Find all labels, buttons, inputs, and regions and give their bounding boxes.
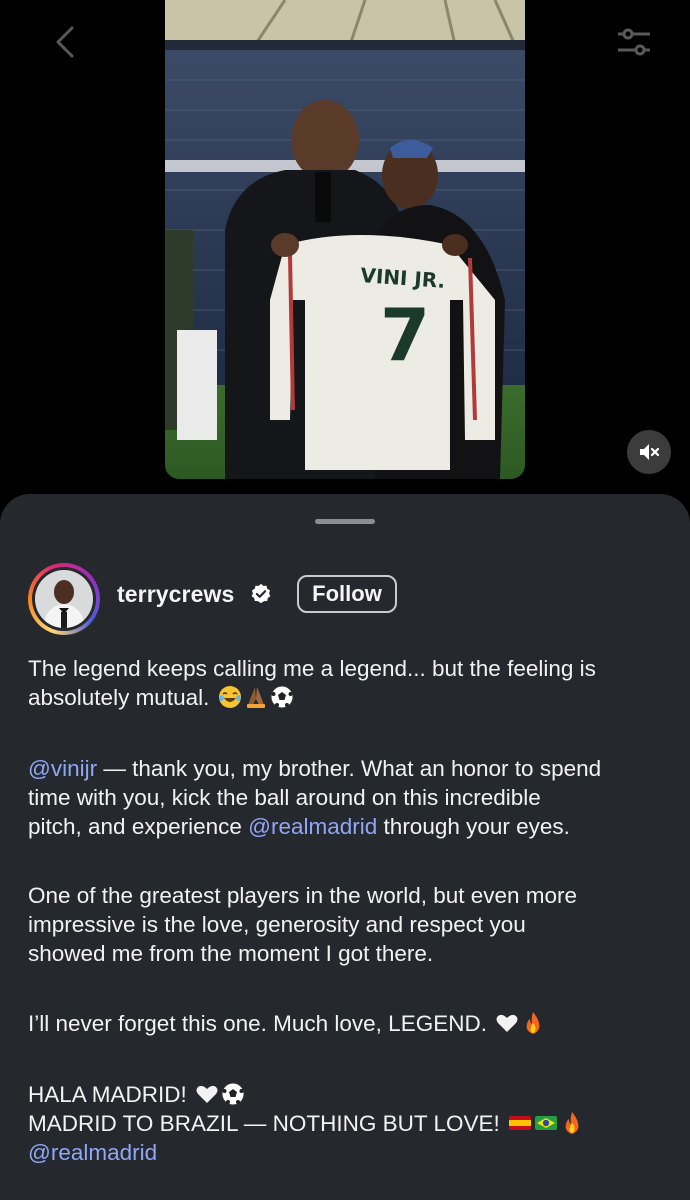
caption-paragraph-3: One of the greatest players in the world… <box>28 881 668 968</box>
sheet-drag-handle[interactable] <box>315 519 375 524</box>
caption-text: I’ll never forget this one. Much love, L… <box>28 1011 487 1036</box>
avatar <box>35 570 93 628</box>
verified-badge-icon <box>251 583 271 604</box>
mention-link-realmadrid[interactable]: @realmadrid <box>248 814 377 839</box>
post-media-photo[interactable]: VINI JR. 7 <box>165 0 525 479</box>
caption-line: MADRID TO BRAZIL — NOTHING BUT LOVE! <box>28 1109 668 1138</box>
caption-text: One of the greatest players in the world… <box>28 883 578 908</box>
caption-text: time with you, kick the ball around on t… <box>28 785 541 810</box>
caption-paragraph-5: HALA MADRID! MADRID TO BRAZIL — NOTHING … <box>28 1080 668 1167</box>
caption-text: showed me from the moment I got there. <box>28 941 434 966</box>
caption-line: @vinijr — thank you, my brother. What an… <box>28 754 668 783</box>
soccer-ball-emoji-icon <box>270 685 294 709</box>
caption-line: pitch, and experience @realmadrid throug… <box>28 812 668 841</box>
follow-button[interactable]: Follow <box>297 575 397 613</box>
caption-text: absolutely mutual. <box>28 685 210 710</box>
fire-emoji-icon <box>526 1012 540 1034</box>
username[interactable]: terrycrews <box>117 581 234 608</box>
white-heart-emoji-icon <box>496 1014 518 1032</box>
fire-emoji-icon <box>565 1112 579 1134</box>
sliders-icon[interactable] <box>614 22 654 62</box>
profile-photo-icon <box>35 570 93 628</box>
soccer-ball-emoji-icon <box>221 1082 245 1106</box>
caption-text: pitch, and experience <box>28 814 249 839</box>
jersey-number-text: 7 <box>380 293 430 377</box>
caption-text: — thank you, my brother. What an honor t… <box>97 756 602 781</box>
story-ring-avatar[interactable] <box>28 563 100 635</box>
speaker-muted-icon <box>640 444 660 460</box>
caption-line: @realmadrid <box>28 1138 668 1167</box>
tears-of-joy-emoji-icon <box>218 686 241 708</box>
folded-hands-emoji-icon <box>246 687 265 708</box>
brazil-flag-emoji-icon <box>535 1116 558 1130</box>
caption-text: through your eyes. <box>377 814 570 839</box>
white-heart-emoji-icon <box>196 1085 218 1103</box>
caption-line: absolutely mutual. <box>28 683 668 712</box>
caption-paragraph-2: @vinijr — thank you, my brother. What an… <box>28 754 668 841</box>
caption-line: HALA MADRID! <box>28 1080 668 1109</box>
back-chevron-icon[interactable] <box>46 22 86 62</box>
mute-toggle-button[interactable] <box>627 430 671 474</box>
reel-screen: VINI JR. 7 terrycrews Follow The legend … <box>0 0 690 1200</box>
caption-bottom-sheet[interactable]: terrycrews Follow The legend keeps calli… <box>0 494 690 1200</box>
avatar-gap <box>32 567 96 631</box>
mention-link-vinijr[interactable]: @vinijr <box>28 756 97 781</box>
stadium-photo: VINI JR. 7 <box>165 0 525 479</box>
caption-text: impressive is the love, generosity and r… <box>28 912 526 937</box>
caption-text: HALA MADRID! <box>28 1082 187 1107</box>
mention-link-realmadrid[interactable]: @realmadrid <box>28 1140 157 1165</box>
caption-text: MADRID TO BRAZIL — NOTHING BUT LOVE! <box>28 1111 500 1136</box>
caption-line: I’ll never forget this one. Much love, L… <box>28 1009 668 1038</box>
caption-text: The legend keeps calling me a legend... … <box>28 656 596 681</box>
caption-paragraph-4: I’ll never forget this one. Much love, L… <box>28 1009 668 1038</box>
caption-paragraph-1: The legend keeps calling me a legend... … <box>28 654 668 712</box>
spain-flag-emoji-icon <box>509 1116 532 1130</box>
